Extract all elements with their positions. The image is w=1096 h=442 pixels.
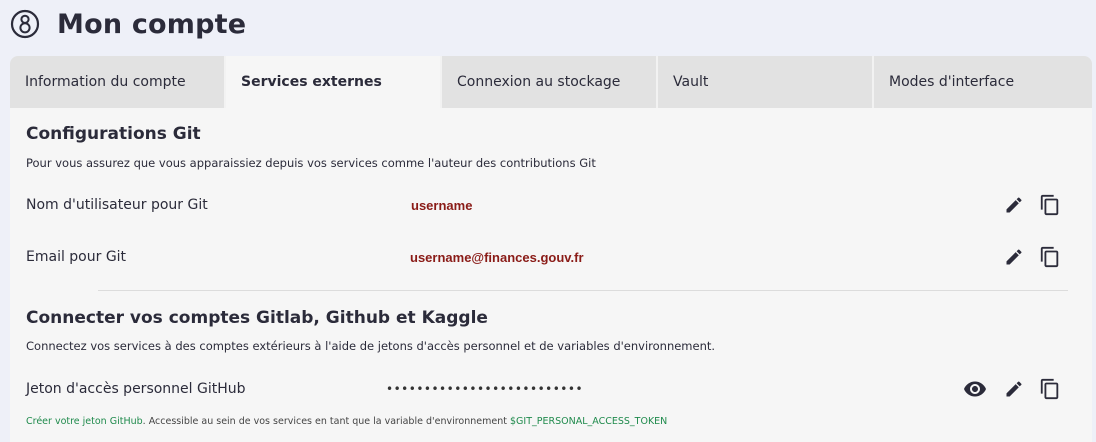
- git-username-value: username: [411, 198, 473, 213]
- git-config-title: Configurations Git: [26, 124, 201, 144]
- copy-icon[interactable]: [1038, 377, 1062, 401]
- git-config-description: Pour vous assurez que vous apparaissiez …: [26, 156, 596, 170]
- git-email-value: username@finances.gouv.fr: [410, 250, 584, 265]
- pencil-icon[interactable]: [1002, 377, 1026, 401]
- github-token-label: Jeton d'accès personnel GitHub: [26, 381, 246, 397]
- env-variable-name: $GIT_PERSONAL_ACCESS_TOKEN: [510, 416, 668, 427]
- create-github-token-link[interactable]: Créer votre jeton GitHub: [26, 416, 143, 427]
- tab-modes-d-interface[interactable]: Modes d'interface: [874, 56, 1092, 108]
- helper-text: . Accessible au sein de vos services en …: [142, 416, 510, 427]
- connect-accounts-title: Connecter vos comptes Gitlab, Github et …: [26, 308, 488, 328]
- page-header: Mon compte: [10, 6, 246, 42]
- eye-icon[interactable]: [963, 377, 987, 401]
- github-token-helper: Créer votre jeton GitHub. Accessible au …: [26, 416, 667, 427]
- tab-bar: Information du compte Services externes …: [10, 56, 1092, 108]
- connect-accounts-description: Connectez vos services à des comptes ext…: [26, 339, 716, 353]
- git-username-label: Nom d'utilisateur pour Git: [26, 197, 208, 213]
- tab-vault[interactable]: Vault: [658, 56, 874, 108]
- github-token-value: ••••••••••••••••••••••••••: [386, 382, 584, 396]
- copy-icon[interactable]: [1038, 193, 1062, 217]
- pencil-icon[interactable]: [1002, 193, 1026, 217]
- git-email-label: Email pour Git: [26, 249, 127, 265]
- section-divider: [98, 290, 1068, 291]
- tab-connexion-au-stockage[interactable]: Connexion au stockage: [442, 56, 658, 108]
- tab-services-externes[interactable]: Services externes: [226, 56, 442, 108]
- pencil-icon[interactable]: [1002, 245, 1026, 269]
- tab-information-du-compte[interactable]: Information du compte: [10, 56, 226, 108]
- page-title: Mon compte: [57, 8, 247, 40]
- circled-eight-icon: [10, 9, 40, 39]
- copy-icon[interactable]: [1038, 245, 1062, 269]
- services-externes-panel: Configurations Git Pour vous assurez que…: [10, 108, 1092, 442]
